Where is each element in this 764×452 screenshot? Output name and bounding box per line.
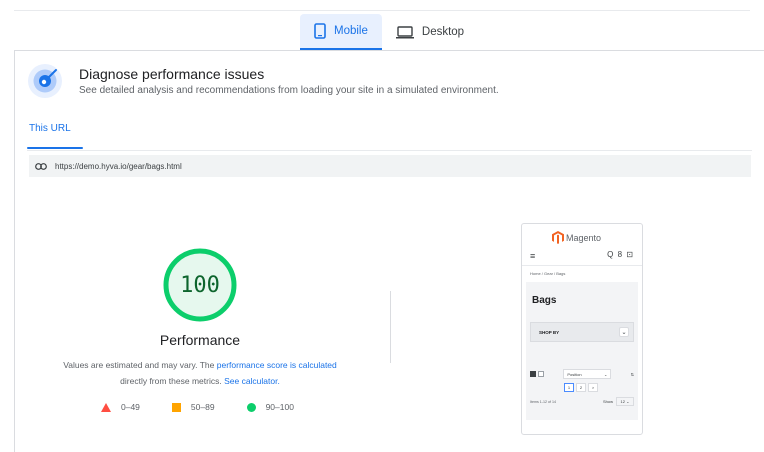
preview-breadcrumb: Home / Gear / Bags: [530, 271, 566, 276]
preview-items-count: Items 1-12 of 14: [530, 400, 556, 404]
performance-score: 100: [180, 272, 220, 298]
chevron-down-icon: ⌄: [603, 371, 608, 377]
score-legend: 0–49 50–89 90–100: [101, 402, 326, 412]
device-tabs: Mobile Desktop: [300, 14, 478, 50]
tab-desktop-label: Desktop: [421, 26, 465, 38]
tab-mobile[interactable]: Mobile: [300, 14, 382, 50]
page-1: 1: [564, 383, 574, 392]
magento-logo-icon: [552, 231, 564, 244]
legend-range-fail: 0–49: [121, 402, 140, 412]
vertical-divider: [390, 291, 391, 363]
hamburger-icon: ≡: [530, 251, 536, 261]
brand-name: Magento: [566, 232, 602, 243]
legend-item-pass: 90–100: [246, 402, 294, 412]
tested-url[interactable]: https://demo.hyva.io/gear/bags.html: [55, 162, 182, 171]
tab-underline: [27, 147, 83, 149]
legend-range-average: 50–89: [190, 402, 215, 412]
note-text-1: Values are estimated and may vary. The: [63, 360, 217, 370]
preview-pager: 1 2 >: [564, 383, 598, 392]
phone-icon: [314, 23, 326, 39]
score-note: Values are estimated and may vary. The p…: [35, 357, 365, 389]
grid-list-icon: [530, 371, 544, 377]
show-label: Show: [602, 399, 613, 404]
tab-desktop[interactable]: Desktop: [382, 14, 478, 50]
diagnose-subtitle: See detailed analysis and recommendation…: [79, 85, 499, 96]
report-card: Diagnose performance issues See detailed…: [14, 50, 764, 452]
header-icons: Q 8 ⊡: [607, 250, 634, 259]
legend-item-average: 50–89: [171, 402, 215, 412]
chevron-down-icon: ⌄: [619, 327, 629, 337]
see-calculator-link[interactable]: See calculator.: [224, 376, 280, 386]
legend-item-fail: 0–49: [101, 402, 140, 412]
square-icon: [171, 402, 181, 412]
score-calculated-link[interactable]: performance score is calculated: [217, 360, 337, 370]
preview-page-title: Bags: [532, 295, 557, 306]
legend-range-pass: 90–100: [265, 402, 294, 412]
preview-header-divider: [522, 265, 642, 266]
circle-icon: [246, 402, 256, 412]
show-select: 12 ⌄: [616, 397, 634, 406]
preview-toolbar: Position ⌄ ⇅: [530, 368, 634, 380]
preview-show: Show 12 ⌄: [603, 397, 634, 406]
sort-label: Position: [567, 371, 582, 377]
triangle-icon: [101, 402, 111, 412]
note-text-2: directly from these metrics.: [120, 376, 225, 386]
show-value: 12: [620, 399, 625, 404]
page-2: 2: [576, 383, 586, 392]
performance-label: Performance: [159, 332, 241, 348]
preview-sort-select: Position ⌄: [563, 369, 612, 379]
diagnose-title: Diagnose performance issues: [79, 66, 265, 82]
url-bar: https://demo.hyva.io/gear/bags.html: [29, 155, 751, 177]
shop-by-label: SHOP BY: [539, 329, 560, 335]
page-screenshot: Magento ≡ Q 8 ⊡ Home / Gear / Bags Bags …: [521, 223, 643, 435]
preview-shop-by: SHOP BY ⌄: [530, 322, 634, 342]
tab-divider: [27, 150, 752, 151]
magento-logo: Magento: [552, 231, 601, 244]
link-icon: [35, 162, 47, 170]
diagnose-icon: [28, 64, 62, 98]
top-divider: [14, 10, 750, 11]
tab-mobile-label: Mobile: [334, 25, 368, 37]
laptop-icon: [395, 25, 414, 39]
tab-this-url[interactable]: This URL: [27, 123, 73, 149]
sort-direction-icon: ⇅: [630, 371, 634, 377]
page-next: >: [588, 383, 598, 392]
